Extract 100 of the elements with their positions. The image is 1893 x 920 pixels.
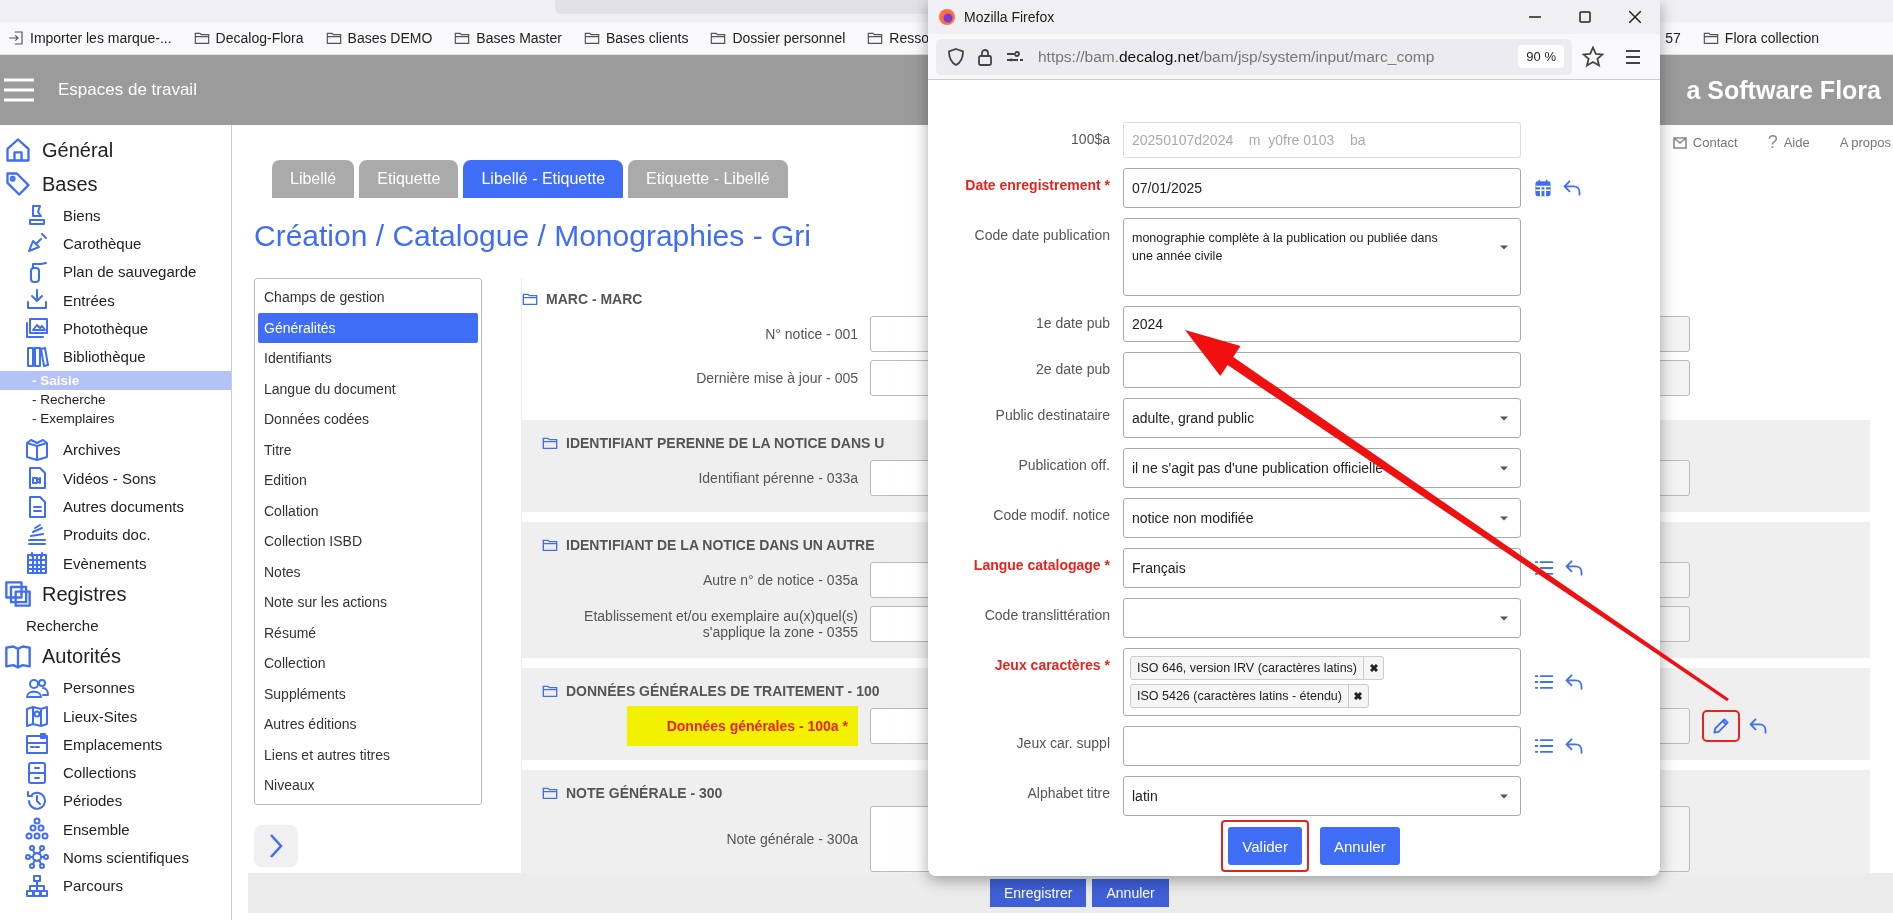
sidebar-item[interactable]: Parcours [63, 877, 124, 895]
dropdown[interactable]: latin [1123, 776, 1521, 816]
tag[interactable]: ISO 646, version IRV (caractères latins) [1130, 656, 1384, 680]
sidebar-section[interactable]: Registres [0, 577, 231, 612]
dialog-button[interactable]: Valider [1228, 827, 1302, 865]
sidebar-item[interactable]: Ensemble [63, 820, 130, 838]
star-icon[interactable] [1582, 45, 1604, 68]
sidebar-item[interactable]: Vidéos - Sons [63, 469, 157, 487]
sidebar-item[interactable]: Carothèque [63, 234, 142, 252]
footer-button[interactable]: Enregistrer [990, 879, 1087, 907]
section-list-item[interactable]: Liens et autres titres [258, 739, 478, 770]
sidebar-item[interactable]: Biens [63, 206, 101, 224]
bookmark[interactable]: Importer les marque-... [30, 30, 172, 46]
section-list-item[interactable]: Note sur les actions [258, 587, 478, 618]
sidebar-item[interactable]: Bibliothèque [63, 348, 146, 366]
map-icon [25, 704, 49, 728]
text-field[interactable]: Français [1123, 548, 1521, 588]
dropdown[interactable]: notice non modifiée [1123, 498, 1521, 538]
sidebar-item[interactable]: Produits doc. [63, 526, 151, 544]
section-list-item[interactable]: Généralités [258, 312, 478, 343]
section-list-item[interactable]: Collection ISBD [258, 526, 478, 557]
section-list-item[interactable]: Autres éditions [258, 709, 478, 740]
section-list-item[interactable]: Collation [258, 495, 478, 526]
folder-icon [1702, 30, 1719, 46]
sidebar-item[interactable]: Plan de sauvegarde [63, 263, 197, 281]
footer-button[interactable]: Annuler [1092, 879, 1169, 907]
next-button[interactable] [254, 824, 298, 867]
dropdown[interactable]: il ne s'agit pas d'une publication officielle [1123, 448, 1521, 488]
section-heading: IDENTIFIANT DE LA NOTICE DANS UN AUTRE [566, 537, 875, 553]
section-list-item[interactable]: Titre [258, 434, 478, 465]
import-icon [8, 30, 24, 46]
bookmark[interactable]: Decalog-Flora [215, 30, 304, 46]
section-list-item[interactable]: Collection [258, 648, 478, 679]
sidebar-item[interactable]: Périodes [63, 792, 123, 810]
sidebar-item[interactable]: Emplacements [63, 735, 163, 753]
zoom-level[interactable]: 90 % [1518, 45, 1564, 68]
calendar-icon [25, 551, 49, 576]
dropdown[interactable]: monographie complète à la publication ou publiée dans une année civile [1123, 218, 1521, 296]
section-heading: NOTE GÉNÉRALE - 300 [566, 785, 723, 801]
section-list-item[interactable]: Notes [258, 556, 478, 587]
section-title[interactable]: Bases [42, 172, 98, 196]
bookmark[interactable]: Flora collection [1724, 30, 1819, 46]
section-title[interactable]: Registres [42, 582, 127, 606]
section-heading: IDENTIFIANT PERENNE DE LA NOTICE DANS U [566, 435, 885, 451]
tab[interactable]: Libellé - Etiquette [463, 160, 624, 198]
section-list-item[interactable]: Langue du document [258, 373, 478, 404]
bookmark[interactable]: Bases clients [605, 30, 689, 46]
sidebar-item[interactable]: Entrées [63, 291, 115, 309]
edit-button[interactable] [1702, 710, 1740, 742]
help-icon: ? [1767, 132, 1778, 153]
section-title[interactable]: Général [42, 138, 114, 162]
text-field[interactable] [1123, 726, 1521, 766]
top-link[interactable]: A propos [1839, 135, 1891, 150]
top-link[interactable]: Contact [1692, 135, 1738, 150]
bookmark[interactable]: Dossier personnel [732, 30, 846, 46]
sidebar-section[interactable]: Autorités [0, 639, 231, 674]
tag[interactable]: ISO 5426 (caractères latins - étendu) [1130, 684, 1369, 708]
text-field[interactable] [1123, 352, 1521, 388]
dialog-button[interactable]: Annuler [1319, 827, 1400, 865]
bookmark[interactable]: 57 [1665, 30, 1681, 46]
sidebar-item[interactable]: Lieux-Sites [63, 707, 138, 725]
section-list-item[interactable]: Données codées [258, 404, 478, 435]
text-field[interactable]: 2024 [1123, 306, 1521, 342]
sidebar-subitem[interactable]: - Exemplaires [0, 408, 231, 428]
section-list-item[interactable]: Niveaux [258, 770, 478, 801]
section-list-item[interactable]: Edition [258, 465, 478, 496]
sidebar-item[interactable]: Autres documents [63, 498, 184, 515]
tag-field[interactable]: ISO 646, version IRV (caractères latins) ISO 5426 (caractères latins - étendu) [1123, 648, 1521, 716]
sidebar-item[interactable]: Collections [63, 764, 137, 782]
mail-icon [1672, 136, 1687, 149]
sidebar-subitem[interactable]: - Recherche [0, 389, 231, 409]
field-label: Etablissement et/ou exemplaire au(x)quel(s) s'applique la zone - 0355 [583, 608, 858, 640]
tag-icon [4, 170, 32, 198]
section-list-item[interactable]: Suppléments [258, 678, 478, 709]
date-field[interactable]: 07/01/2025 [1123, 168, 1521, 208]
sidebar-item[interactable]: Noms scientifiques [63, 849, 189, 866]
sidebar-item[interactable]: Photothèque [63, 319, 149, 337]
undo-icon [1564, 558, 1584, 578]
url-field[interactable]: https://bam.decalog.net/bam/jsp/system/input/marc_comp 90 % [936, 38, 1572, 75]
section-list-item[interactable]: Identifiants [258, 343, 478, 374]
bookmark[interactable]: Resso [889, 30, 929, 46]
section-title[interactable]: Autorités [42, 645, 121, 669]
dropdown[interactable]: adulte, grand public [1123, 398, 1521, 438]
sidebar-item[interactable]: Evènements [63, 554, 147, 572]
sidebar-section[interactable]: Général [0, 133, 231, 167]
folder-icon [454, 30, 471, 46]
dropdown[interactable] [1123, 598, 1521, 638]
sidebar-item[interactable]: Recherche [26, 616, 99, 634]
sidebar-item[interactable]: Personnes [63, 679, 135, 697]
section-list-item[interactable]: Résumé [258, 617, 478, 648]
bookmark[interactable]: Bases Master [476, 30, 562, 46]
section-list-item[interactable]: Champs de gestion [258, 282, 478, 313]
section-heading: DONNÉES GÉNÉRALES DE TRAITEMENT - 100 [566, 683, 880, 699]
field-label: N° notice - 001 [765, 326, 858, 342]
sidebar-item[interactable]: Archives [63, 441, 121, 459]
sidebar-section[interactable]: Bases [0, 167, 231, 201]
sitemap-icon [25, 873, 49, 898]
top-link[interactable]: Aide [1783, 135, 1810, 150]
undo-icon [1564, 672, 1584, 692]
bookmark[interactable]: Bases DEMO [347, 30, 433, 46]
